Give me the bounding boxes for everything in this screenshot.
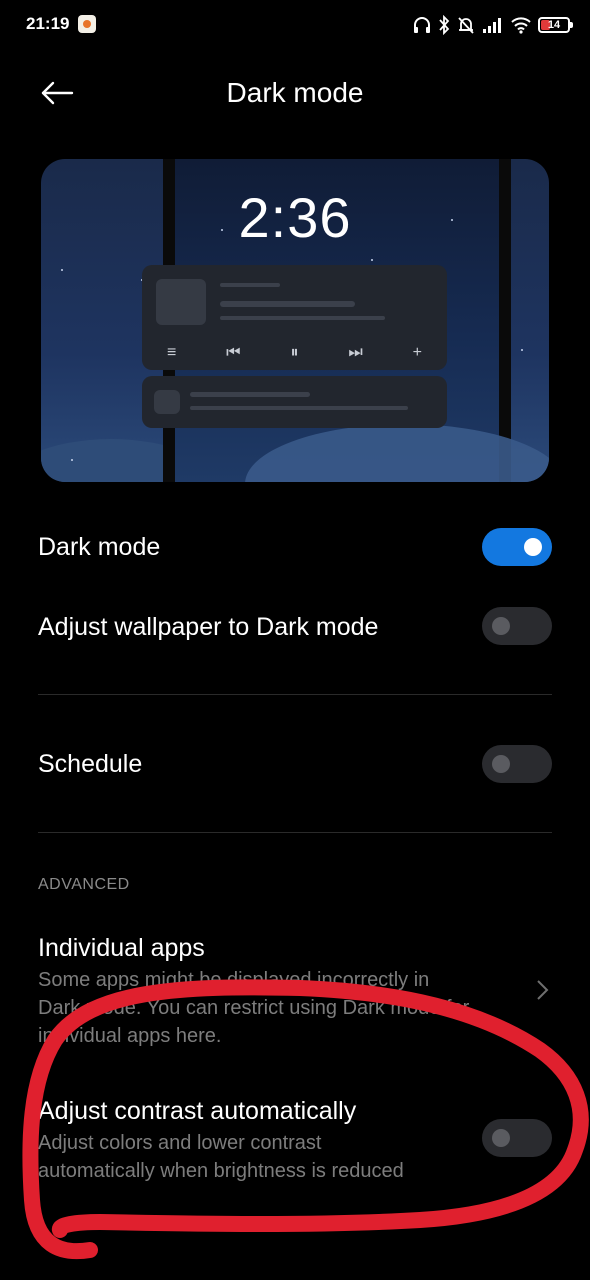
description-line: Some apps might be displayed incorrectly… xyxy=(38,969,430,991)
notification-app-icon xyxy=(78,15,96,33)
status-time: 21:19 xyxy=(26,14,70,33)
page-title: Dark mode xyxy=(226,77,364,108)
individual-apps-title: Individual apps xyxy=(38,934,205,962)
adjust-contrast-title: Adjust contrast automatically xyxy=(38,1097,357,1125)
queue-icon: ≡ xyxy=(166,344,177,361)
divider xyxy=(38,832,552,833)
bluetooth-icon xyxy=(439,15,450,35)
adjust-wallpaper-label: Adjust wallpaper to Dark mode xyxy=(38,613,379,641)
toggle-knob xyxy=(492,617,510,635)
adjust-contrast-toggle[interactable] xyxy=(482,1119,552,1157)
schedule-label: Schedule xyxy=(38,750,143,778)
preview-notification xyxy=(142,376,447,428)
toggle-knob xyxy=(524,538,542,556)
status-icons: 14 xyxy=(412,12,573,38)
dark-mode-toggle[interactable] xyxy=(482,528,552,566)
description-line: Dark mode. You can restrict using Dark m… xyxy=(38,997,470,1019)
dark-mode-label: Dark mode xyxy=(38,533,161,561)
battery-icon: 14 xyxy=(538,17,573,33)
description-line: Adjust colors and lower contrast xyxy=(38,1132,322,1154)
battery-level: 14 xyxy=(547,18,561,31)
preview-media-thumbnail xyxy=(156,279,206,325)
preview-media-notification: ≡ ⏮ ⏸ ⏭ + xyxy=(142,265,447,370)
plus-icon: + xyxy=(412,344,423,361)
toggle-knob xyxy=(492,1129,510,1147)
alarm-off-icon xyxy=(458,17,474,34)
signal-icon xyxy=(483,18,501,33)
preview-wallpaper-dune xyxy=(245,424,549,482)
individual-apps-description: Some apps might be displayed incorrectly… xyxy=(38,966,538,1050)
status-bar: 21:19 14 xyxy=(0,0,590,52)
description-line: individual apps here. xyxy=(38,1025,222,1047)
previous-icon: ⏮ xyxy=(226,344,241,361)
adjust-contrast-description: Adjust colors and lower contrast automat… xyxy=(38,1129,538,1185)
chevron-right-icon xyxy=(537,980,549,1000)
preview-clock: 2:36 xyxy=(238,186,352,249)
wifi-icon xyxy=(511,17,531,34)
preview-media-controls: ≡ ⏮ ⏸ ⏭ + xyxy=(142,341,447,365)
next-icon: ⏭ xyxy=(348,344,363,361)
divider xyxy=(38,694,552,695)
dark-mode-preview: 2:36 ≡ ⏮ ⏸ ⏭ + xyxy=(41,159,549,482)
adjust-wallpaper-toggle[interactable] xyxy=(482,607,552,645)
headphones-icon xyxy=(414,17,430,33)
schedule-toggle[interactable] xyxy=(482,745,552,783)
section-header-advanced: ADVANCED xyxy=(38,876,130,893)
pause-icon: ⏸ xyxy=(290,344,299,361)
toggle-knob xyxy=(492,755,510,773)
description-line: automatically when brightness is reduced xyxy=(38,1160,404,1182)
